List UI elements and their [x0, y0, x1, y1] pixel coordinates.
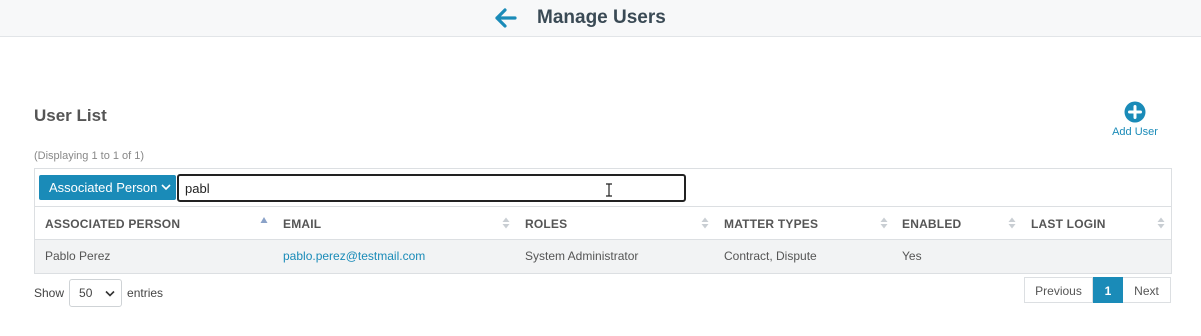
- cell-matter-types: Contract, Dispute: [724, 249, 817, 263]
- column-label: ENABLED: [902, 217, 962, 231]
- text-cursor-icon: [606, 183, 612, 197]
- column-label: EMAIL: [283, 217, 322, 231]
- entries-select[interactable]: 50: [69, 279, 123, 307]
- sort-icon: [701, 217, 709, 229]
- pagination: Previous 1 Next: [1024, 277, 1171, 303]
- filter-input-value: pabl: [185, 181, 210, 196]
- add-user-label: Add User: [1112, 126, 1158, 138]
- table-row[interactable]: Pablo Perez pablo.perez@testmail.com Sys…: [35, 240, 1171, 273]
- show-label: Show: [34, 286, 65, 300]
- plus-circle-icon: [1124, 101, 1146, 123]
- column-label: ROLES: [525, 217, 568, 231]
- sort-icon: [1157, 217, 1165, 229]
- sort-icon: [502, 217, 510, 229]
- displaying-count: (Displaying 1 to 1 of 1): [34, 150, 145, 162]
- cell-associated-person: Pablo Perez: [45, 249, 111, 263]
- filter-field-label: Associated Person: [49, 180, 158, 195]
- arrow-left-icon: [495, 8, 517, 28]
- previous-page-button[interactable]: Previous: [1024, 277, 1093, 303]
- next-page-button[interactable]: Next: [1123, 277, 1171, 303]
- column-header-matter-types[interactable]: MATTER TYPES: [724, 207, 894, 240]
- column-header-email[interactable]: EMAIL: [283, 207, 513, 240]
- user-list-title: User List: [34, 106, 107, 125]
- sort-icon: [880, 217, 888, 229]
- column-header-enabled[interactable]: ENABLED: [902, 207, 1022, 240]
- filter-row: Associated Person pabl: [35, 169, 1171, 207]
- back-button[interactable]: [494, 7, 518, 29]
- user-table: Associated Person pabl ASSOCIATED PERSON…: [34, 168, 1172, 274]
- top-bar: Manage Users: [0, 0, 1201, 37]
- entries-value: 50: [79, 286, 93, 300]
- cell-email-link[interactable]: pablo.perez@testmail.com: [283, 249, 425, 263]
- column-label: LAST LOGIN: [1031, 217, 1106, 231]
- page-title: Manage Users: [537, 7, 666, 28]
- cell-roles: System Administrator: [525, 249, 639, 263]
- cell-enabled: Yes: [902, 249, 922, 263]
- column-label: ASSOCIATED PERSON: [45, 217, 181, 231]
- chevron-down-icon: [105, 290, 115, 297]
- page-1-button[interactable]: 1: [1093, 277, 1123, 303]
- column-header-roles[interactable]: ROLES: [525, 207, 715, 240]
- table-header: ASSOCIATED PERSON EMAIL ROLES MATTER TYP…: [35, 207, 1171, 240]
- filter-input[interactable]: pabl: [177, 174, 686, 202]
- column-header-associated-person[interactable]: ASSOCIATED PERSON: [45, 207, 275, 240]
- column-label: MATTER TYPES: [724, 217, 819, 231]
- sort-icon: [1008, 217, 1016, 229]
- page-length-control: Show 50 entries: [34, 279, 163, 307]
- sort-ascending-icon: [260, 217, 268, 223]
- add-user-button[interactable]: Add User: [1108, 101, 1162, 138]
- column-header-last-login[interactable]: LAST LOGIN: [1031, 207, 1151, 240]
- entries-label: entries: [127, 286, 164, 300]
- filter-field-select[interactable]: Associated Person: [39, 175, 176, 200]
- chevron-down-icon: [161, 184, 171, 191]
